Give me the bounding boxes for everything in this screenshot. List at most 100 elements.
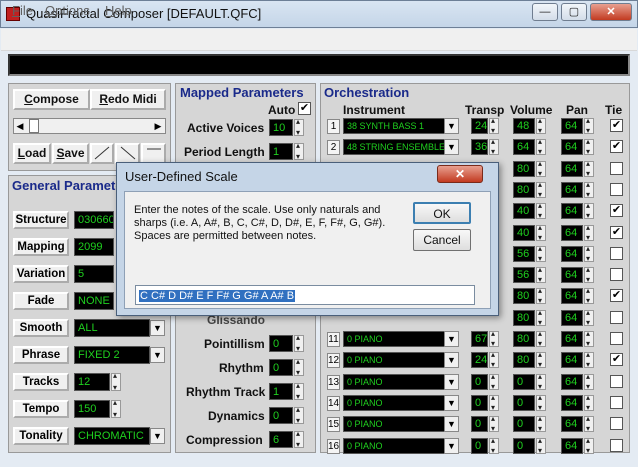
transp-spinner[interactable] <box>489 350 499 369</box>
smooth-dropdown-icon[interactable]: ▼ <box>150 320 165 336</box>
tonality-label[interactable]: Tonality <box>13 427 69 445</box>
volume-value[interactable]: 0 <box>513 395 535 411</box>
instrument-select[interactable]: 0 PIANO <box>343 331 445 347</box>
fade-value[interactable]: NONE <box>74 292 114 310</box>
scroll-thumb[interactable] <box>29 119 39 133</box>
pan-spinner[interactable] <box>584 372 594 391</box>
pointillism-spinner[interactable] <box>294 333 304 353</box>
period-length-value[interactable]: 1 <box>269 143 293 160</box>
transp-value[interactable]: 0 <box>471 438 488 454</box>
instrument-dropdown-icon[interactable]: ▼ <box>444 118 459 134</box>
volume-spinner[interactable] <box>536 137 546 156</box>
auto-checkbox[interactable]: ✔ <box>298 102 311 115</box>
close-button[interactable]: ✕ <box>590 3 632 21</box>
instrument-dropdown-icon[interactable]: ▼ <box>444 352 459 368</box>
transp-value[interactable]: 24 <box>471 118 488 134</box>
fade-label[interactable]: Fade <box>13 292 69 310</box>
transp-spinner[interactable] <box>489 414 499 433</box>
maximize-button[interactable]: ▢ <box>561 3 587 21</box>
volume-spinner[interactable] <box>536 308 546 327</box>
menu-help[interactable]: Help <box>105 3 132 18</box>
flat-curve-icon[interactable] <box>141 143 166 164</box>
volume-value[interactable]: 0 <box>513 416 535 432</box>
load-button[interactable]: Load <box>13 143 51 164</box>
save-button[interactable]: Save <box>52 143 89 164</box>
volume-value[interactable]: 64 <box>513 139 535 155</box>
volume-spinner[interactable] <box>536 159 546 178</box>
pan-spinner[interactable] <box>584 223 594 242</box>
volume-value[interactable]: 0 <box>513 438 535 454</box>
period-length-spinner[interactable] <box>294 141 304 161</box>
pan-spinner[interactable] <box>584 265 594 284</box>
tonality-value[interactable]: CHROMATIC <box>74 427 150 445</box>
pan-spinner[interactable] <box>584 350 594 369</box>
mapping-label[interactable]: Mapping <box>13 238 69 256</box>
transp-value[interactable]: 67 <box>471 331 488 347</box>
pan-spinner[interactable] <box>584 414 594 433</box>
pan-value[interactable]: 64 <box>561 395 583 411</box>
tie-checkbox[interactable] <box>610 247 623 260</box>
instrument-select[interactable]: 38 SYNTH BASS 1 <box>343 118 445 134</box>
rhythm-track-spinner[interactable] <box>294 381 304 401</box>
active-voices-spinner[interactable] <box>294 117 304 137</box>
menu-options[interactable]: Options <box>45 3 90 18</box>
tie-checkbox[interactable]: ✔ <box>610 119 623 132</box>
transp-value[interactable]: 0 <box>471 374 488 390</box>
pan-spinner[interactable] <box>584 159 594 178</box>
transp-spinner[interactable] <box>489 372 499 391</box>
minimize-button[interactable]: — <box>532 3 558 21</box>
pan-value[interactable]: 64 <box>561 225 583 241</box>
compression-spinner[interactable] <box>294 429 304 449</box>
pan-value[interactable]: 64 <box>561 288 583 304</box>
volume-spinner[interactable] <box>536 393 546 412</box>
scale-input[interactable]: C C# D D# E F F# G G# A A# B <box>135 285 475 305</box>
transp-value[interactable]: 24 <box>471 352 488 368</box>
pan-value[interactable]: 64 <box>561 374 583 390</box>
volume-spinner[interactable] <box>536 372 546 391</box>
volume-spinner[interactable] <box>536 286 546 305</box>
scroll-left-icon[interactable]: ◀ <box>14 119 26 133</box>
volume-spinner[interactable] <box>536 223 546 242</box>
tie-checkbox[interactable] <box>610 162 623 175</box>
instrument-dropdown-icon[interactable]: ▼ <box>444 438 459 454</box>
compression-value[interactable]: 6 <box>269 431 293 448</box>
ok-button[interactable]: OK <box>413 202 471 224</box>
redo-midi-button[interactable]: Redo Midi <box>90 89 166 110</box>
pan-value[interactable]: 64 <box>561 182 583 198</box>
variation-value[interactable]: 5 <box>74 265 114 283</box>
dialog-close-button[interactable]: ✕ <box>437 165 483 183</box>
pan-spinner[interactable] <box>584 116 594 135</box>
instrument-dropdown-icon[interactable]: ▼ <box>444 139 459 155</box>
volume-value[interactable]: 80 <box>513 310 535 326</box>
volume-spinner[interactable] <box>536 350 546 369</box>
compose-button[interactable]: Compose <box>13 89 90 110</box>
transp-value[interactable]: 0 <box>471 416 488 432</box>
volume-value[interactable]: 56 <box>513 246 535 262</box>
pan-value[interactable]: 64 <box>561 310 583 326</box>
volume-value[interactable]: 80 <box>513 352 535 368</box>
tie-checkbox[interactable] <box>610 183 623 196</box>
volume-value[interactable]: 0 <box>513 374 535 390</box>
transp-value[interactable]: 36 <box>471 139 488 155</box>
menu-file[interactable]: File <box>12 3 33 18</box>
pan-spinner[interactable] <box>584 436 594 455</box>
volume-spinner[interactable] <box>536 201 546 220</box>
volume-spinner[interactable] <box>536 414 546 433</box>
smooth-label[interactable]: Smooth <box>13 319 69 337</box>
volume-spinner[interactable] <box>536 329 546 348</box>
instrument-select[interactable]: 0 PIANO <box>343 438 445 454</box>
volume-value[interactable]: 80 <box>513 182 535 198</box>
instrument-select[interactable]: 0 PIANO <box>343 352 445 368</box>
pan-spinner[interactable] <box>584 180 594 199</box>
volume-value[interactable]: 40 <box>513 203 535 219</box>
tie-checkbox[interactable]: ✔ <box>610 353 623 366</box>
tonality-dropdown-icon[interactable]: ▼ <box>150 428 165 444</box>
instrument-dropdown-icon[interactable]: ▼ <box>444 331 459 347</box>
tracks-spinner[interactable] <box>111 371 121 392</box>
tempo-value[interactable]: 150 <box>74 400 110 418</box>
tie-checkbox[interactable] <box>610 311 623 324</box>
pan-value[interactable]: 64 <box>561 161 583 177</box>
transp-spinner[interactable] <box>489 137 499 156</box>
pan-value[interactable]: 64 <box>561 246 583 262</box>
pan-value[interactable]: 64 <box>561 139 583 155</box>
